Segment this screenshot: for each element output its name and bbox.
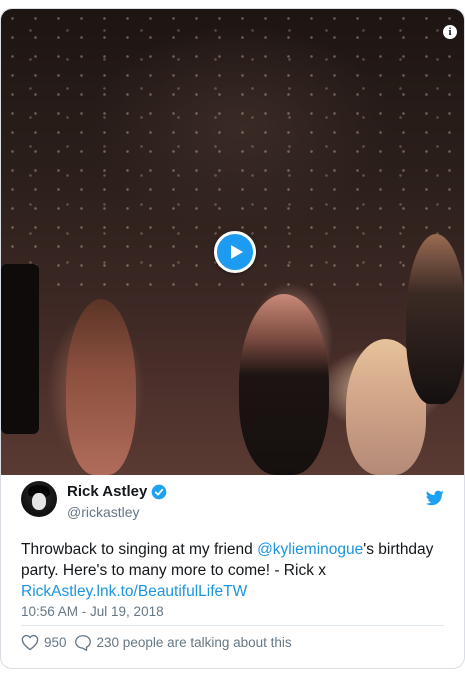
- conversation-link[interactable]: 230 people are talking about this: [74, 634, 292, 651]
- author-handle[interactable]: @rickastley: [67, 504, 140, 520]
- tweet-text: Throwback to singing at my friend @kylie…: [21, 539, 451, 602]
- author-name-row[interactable]: Rick Astley: [67, 483, 167, 500]
- external-link[interactable]: RickAstley.lnk.to/BeautifulLifeTW: [21, 583, 247, 600]
- embedded-tweet-card: i Rick Astley @rickastley Throwback to s…: [0, 8, 465, 669]
- like-count: 950: [44, 635, 67, 650]
- info-icon[interactable]: i: [443, 25, 457, 39]
- play-button[interactable]: [214, 231, 256, 273]
- backing-singer-figure: [66, 299, 136, 475]
- heart-icon: [21, 634, 39, 651]
- mention-link[interactable]: @kylieminogue: [257, 541, 363, 558]
- man-right-figure: [406, 234, 464, 404]
- tweet-timestamp[interactable]: 10:56 AM - Jul 19, 2018: [21, 604, 164, 619]
- speech-bubble-icon: [74, 635, 91, 651]
- singer-figure: [239, 294, 329, 475]
- talking-about-text: 230 people are talking about this: [96, 635, 292, 650]
- twitter-bird-icon[interactable]: [426, 490, 444, 506]
- avatar[interactable]: [21, 481, 57, 517]
- like-button[interactable]: 950: [21, 634, 67, 651]
- verified-badge-icon: [151, 484, 167, 499]
- video-thumbnail[interactable]: i: [1, 9, 464, 475]
- play-icon: [230, 245, 243, 259]
- author-name[interactable]: Rick Astley: [67, 483, 147, 500]
- tweet-text-start: Throwback to singing at my friend: [21, 541, 258, 558]
- phone-silhouette: [1, 264, 39, 434]
- action-bar: 950 230 people are talking about this: [21, 634, 299, 651]
- divider: [21, 625, 444, 626]
